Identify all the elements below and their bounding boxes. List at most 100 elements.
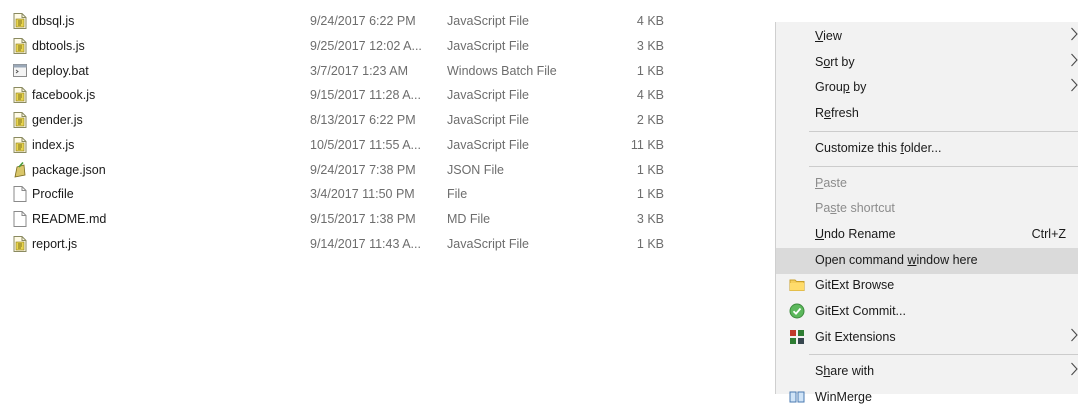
file-date-modified: 9/24/2017 6:22 PM (310, 14, 416, 28)
menu-item-paste[interactable]: Paste (776, 171, 1078, 197)
file-size: 4 KB (636, 88, 664, 103)
context-menu: View Sort by Group by Refresh Customize this… (775, 22, 1078, 404)
file-size: 1 KB (636, 63, 664, 78)
file-name: facebook.js (32, 88, 96, 103)
menu-item-winmerge[interactable]: WinMerge (776, 385, 1078, 411)
file-row[interactable]: report.js 9/14/2017 11:43 A... JavaScript … (0, 232, 700, 257)
file-size: 1 KB (636, 187, 664, 202)
file-name: dbtools.js (32, 38, 85, 53)
file-date-modified: 9/15/2017 1:38 PM (310, 212, 416, 226)
winmerge-icon (789, 389, 805, 405)
json-file-icon (13, 161, 27, 178)
file-size: 11 KB (630, 137, 664, 152)
file-date-modified: 3/4/2017 11:50 PM (310, 187, 415, 202)
menu-item-paste-shortcut[interactable]: Paste shortcut (776, 196, 1078, 222)
menu-separator (809, 354, 1078, 356)
file-size: 4 KB (636, 14, 664, 28)
file-size: 2 KB (636, 113, 664, 127)
chevron-right-icon (1070, 52, 1078, 68)
file-date-modified: 10/5/2017 11:55 A... (310, 137, 421, 152)
blank-file-icon (13, 211, 27, 227)
menu-item-share-with[interactable]: Share with (776, 359, 1078, 385)
file-row[interactable]: package.json 9/24/2017 7:38 PM JSON File 1 … (0, 158, 700, 183)
chevron-right-icon (1070, 26, 1078, 42)
file-name: package.json (32, 162, 106, 177)
menu-item-label: Paste (815, 175, 847, 190)
menu-item-label: Undo Rename (815, 226, 896, 241)
menu-item-group-by[interactable]: Group by (776, 75, 1078, 101)
file-date-modified: 9/14/2017 11:43 A... (310, 236, 421, 251)
blank-file-icon (13, 186, 27, 203)
file-row[interactable]: dbtools.js 9/25/2017 12:02 A... JavaScript… (0, 34, 700, 59)
chevron-right-icon (1070, 77, 1078, 93)
file-size: 3 KB (636, 212, 664, 226)
chevron-right-icon (1070, 327, 1078, 343)
file-type: File (447, 187, 468, 202)
file-size: 1 KB (636, 162, 664, 177)
file-type: JavaScript File (447, 137, 529, 152)
file-size: 3 KB (636, 38, 664, 53)
file-type: JavaScript File (447, 236, 529, 251)
file-row[interactable]: gender.js 8/13/2017 6:22 PM JavaScript Fil… (0, 108, 700, 133)
menu-item-label: Git Extensions (815, 329, 896, 344)
commit-check-icon (789, 303, 805, 319)
menu-item-undo-rename[interactable]: Undo Rename Ctrl+Z (776, 222, 1078, 248)
menu-item-label: Open command window here (815, 252, 978, 267)
batch-file-icon (13, 63, 27, 79)
file-name: README.md (32, 212, 107, 226)
menu-item-label: View (815, 29, 842, 43)
file-date-modified: 9/15/2017 11:28 A... (310, 88, 421, 103)
file-size: 1 KB (636, 236, 664, 251)
menu-item-sort-by[interactable]: Sort by (776, 50, 1078, 76)
menu-item-git-extensions[interactable]: Git Extensions (776, 325, 1078, 351)
menu-item-label: Share with (815, 364, 875, 379)
file-row[interactable]: README.md 9/15/2017 1:38 PM MD File 3 KB (0, 207, 700, 232)
menu-item-shortcut: Ctrl+Z (1031, 226, 1066, 241)
git-extensions-icon (789, 329, 805, 345)
menu-item-customize-this-folder[interactable]: Customize this folder... (776, 136, 1078, 162)
menu-item-refresh[interactable]: Refresh (776, 101, 1078, 127)
chevron-right-icon (1070, 361, 1078, 377)
file-list: dbsql.js 9/24/2017 6:22 PM JavaScript File… (0, 0, 760, 394)
javascript-file-icon (13, 235, 27, 252)
menu-item-label: Group by (815, 80, 867, 95)
file-type: JSON File (447, 162, 504, 177)
file-row[interactable]: Procfile 3/4/2017 11:50 PM File 1 KB (0, 182, 700, 207)
folder-icon (789, 277, 805, 293)
file-date-modified: 3/7/2017 1:23 AM (310, 63, 408, 78)
menu-item-label: WinMerge (815, 390, 872, 405)
file-date-modified: 9/24/2017 7:38 PM (310, 162, 416, 177)
file-name: index.js (32, 137, 75, 152)
file-row[interactable]: index.js 10/5/2017 11:55 A... JavaScript F… (0, 133, 700, 158)
file-row[interactable]: dbsql.js 9/24/2017 6:22 PM JavaScript File… (0, 9, 700, 34)
menu-item-open-command-window-here[interactable]: Open command window here (776, 247, 1078, 274)
file-type: JavaScript File (447, 113, 529, 127)
file-type: Windows Batch File (447, 63, 557, 78)
file-type: JavaScript File (447, 14, 529, 28)
file-name: report.js (32, 236, 78, 251)
menu-item-view[interactable]: View (776, 24, 1078, 50)
menu-item-label: Paste shortcut (815, 201, 895, 216)
javascript-file-icon (13, 87, 27, 104)
file-name: dbsql.js (32, 14, 75, 28)
file-name: deploy.bat (32, 63, 89, 78)
menu-separator (809, 165, 1078, 167)
javascript-file-icon (13, 136, 27, 153)
file-name: Procfile (32, 187, 74, 202)
file-name: gender.js (32, 113, 83, 127)
file-type: MD File (447, 212, 491, 226)
menu-item-gitext-browse[interactable]: GitExt Browse (776, 273, 1078, 299)
menu-item-label: GitExt Browse (815, 278, 895, 293)
menu-item-label: Sort by (815, 54, 855, 69)
javascript-file-icon (13, 13, 27, 29)
menu-item-label: Customize this folder... (815, 140, 942, 155)
file-type: JavaScript File (447, 38, 529, 53)
javascript-file-icon (13, 37, 27, 54)
file-row[interactable]: deploy.bat 3/7/2017 1:23 AM Windows Batch … (0, 59, 700, 84)
file-row[interactable]: facebook.js 9/15/2017 11:28 A... JavaScrip… (0, 83, 700, 108)
file-date-modified: 8/13/2017 6:22 PM (310, 113, 416, 127)
menu-item-gitext-commit[interactable]: GitExt Commit... (776, 299, 1078, 325)
menu-separator (809, 130, 1078, 132)
file-date-modified: 9/25/2017 12:02 A... (310, 38, 422, 53)
menu-item-label: Refresh (815, 106, 859, 121)
